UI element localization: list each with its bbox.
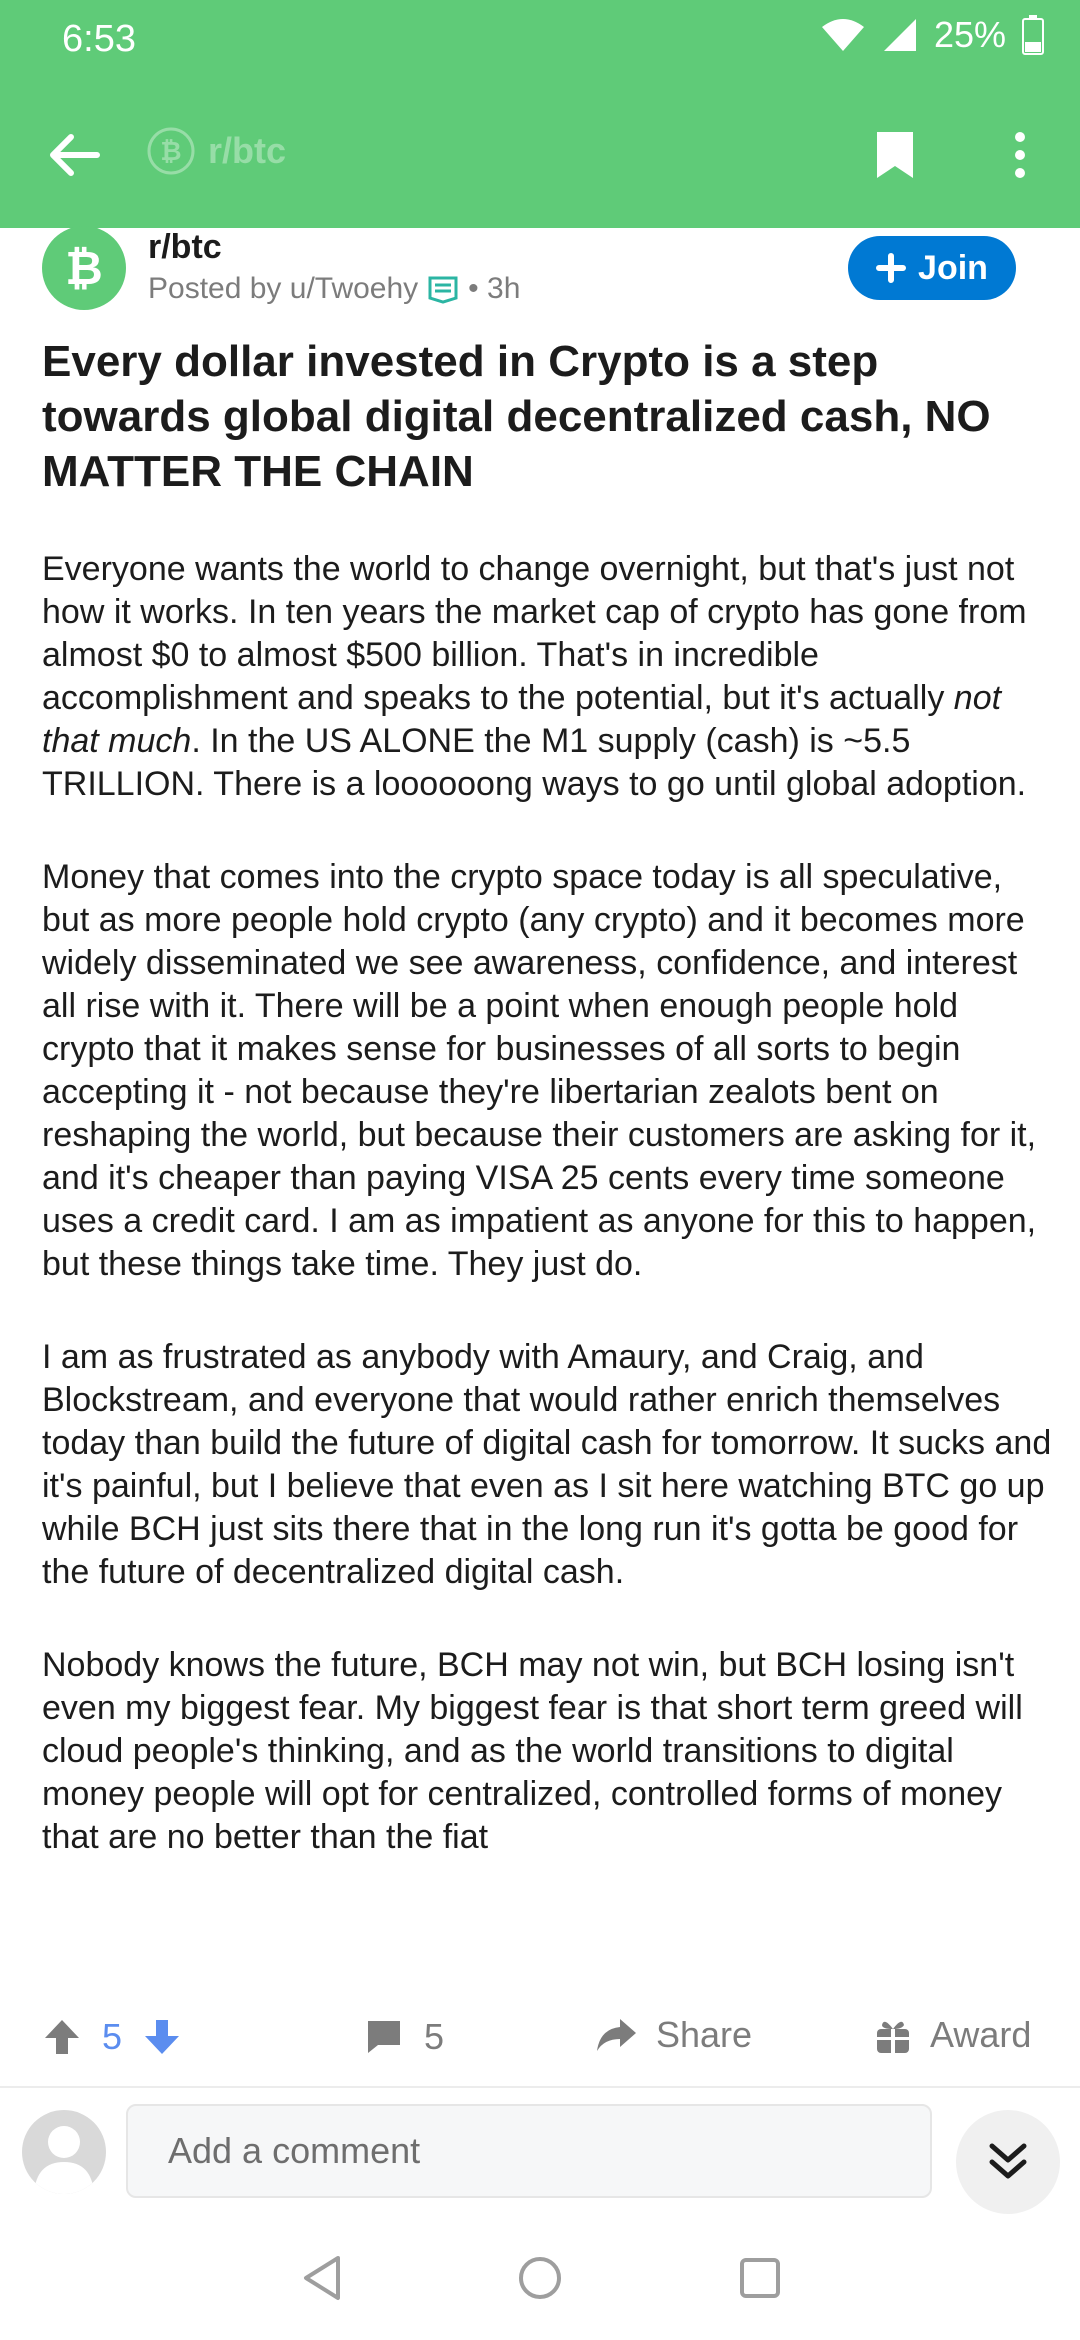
avatar[interactable]	[22, 2110, 106, 2194]
app-header: 6:53 25% ₿ r/btc	[0, 0, 1080, 228]
nav-recents-button[interactable]	[730, 2248, 790, 2308]
bitcoin-icon: ₿	[147, 127, 195, 175]
vote-controls: 5	[42, 2016, 182, 2058]
share-icon	[597, 2019, 636, 2051]
status-time: 6:53	[62, 18, 136, 60]
downvote-icon[interactable]	[142, 2017, 182, 2057]
join-label: Join	[918, 248, 988, 287]
nav-home-icon	[519, 2257, 561, 2299]
upvote-icon[interactable]	[42, 2017, 82, 2057]
post-paragraph: I am as frustrated as anybody with Amaur…	[42, 1338, 1052, 1591]
add-comment-input[interactable]: Add a comment	[126, 2104, 932, 2198]
default-avatar-icon	[34, 2126, 94, 2194]
post-paragraph: Nobody knows the future, BCH may not win…	[42, 1646, 1023, 1856]
award-label: Award	[930, 2014, 1032, 2055]
post-text: Everyone wants the world to change overn…	[42, 550, 1027, 717]
post-author[interactable]: Posted by u/Twoehy	[148, 272, 418, 306]
post-title: Every dollar invested in Crypto is a ste…	[42, 337, 991, 496]
battery-percent: 25%	[933, 14, 1006, 55]
nav-recents-icon	[740, 2258, 780, 2298]
divider	[0, 2086, 1080, 2088]
wifi-icon	[821, 19, 864, 51]
post-age: • 3h	[468, 272, 521, 305]
battery-icon	[1022, 15, 1044, 55]
bookmark-button[interactable]	[860, 120, 930, 190]
status-bar: 6:53 25%	[0, 0, 1080, 80]
user-flair-icon	[428, 276, 458, 304]
post-header: ₿ r/btc Posted by u/Twoehy • 3h Join	[0, 226, 1080, 328]
bookmark-icon	[877, 132, 913, 178]
bitcoin-icon: ₿	[65, 241, 103, 295]
collapse-icon	[989, 2143, 1027, 2179]
app-bar-subreddit: ₿ r/btc	[146, 126, 286, 176]
join-button[interactable]: Join	[848, 236, 1016, 300]
post-meta: Posted by u/Twoehy • 3h	[148, 272, 520, 306]
kebab-icon	[1015, 132, 1025, 178]
app-bar-subreddit-label: r/btc	[208, 130, 287, 171]
svg-text:₿: ₿	[160, 137, 181, 167]
subreddit-name[interactable]: r/btc	[148, 228, 222, 267]
comment-count: 5	[424, 2016, 445, 2057]
nav-back-icon	[304, 2256, 340, 2300]
collapse-button[interactable]	[956, 2110, 1060, 2214]
back-arrow-icon	[50, 134, 100, 176]
app-bar: ₿ r/btc	[0, 100, 1080, 210]
post-paragraph: Money that comes into the crypto space t…	[42, 858, 1037, 1283]
nav-home-button[interactable]	[510, 2248, 570, 2308]
nav-back-button[interactable]	[292, 2248, 352, 2308]
share-button[interactable]: Share	[594, 2014, 752, 2056]
comment-bar: Add a comment	[0, 2090, 1080, 2214]
post-actions: 5 5 Share Award	[0, 2000, 1080, 2080]
overflow-menu-button[interactable]	[990, 120, 1050, 190]
comments-button[interactable]: 5	[364, 2016, 444, 2058]
post-paragraph: Everyone wants the world to change overn…	[42, 548, 1052, 806]
award-icon	[877, 2021, 909, 2053]
add-comment-placeholder: Add a comment	[168, 2130, 421, 2171]
vote-count: 5	[102, 2016, 123, 2057]
subreddit-avatar[interactable]: ₿	[42, 226, 126, 310]
share-label: Share	[656, 2014, 753, 2055]
post-body: Everyone wants the world to change overn…	[42, 548, 1052, 1986]
comment-icon	[368, 2021, 400, 2053]
svg-text:₿: ₿	[65, 241, 103, 295]
plus-icon	[876, 253, 907, 283]
signal-icon	[883, 19, 916, 51]
status-icons: 25%	[820, 14, 1044, 56]
back-button[interactable]	[40, 120, 110, 190]
award-button[interactable]: Award	[874, 2014, 1031, 2056]
system-nav-bar	[0, 2214, 1080, 2340]
